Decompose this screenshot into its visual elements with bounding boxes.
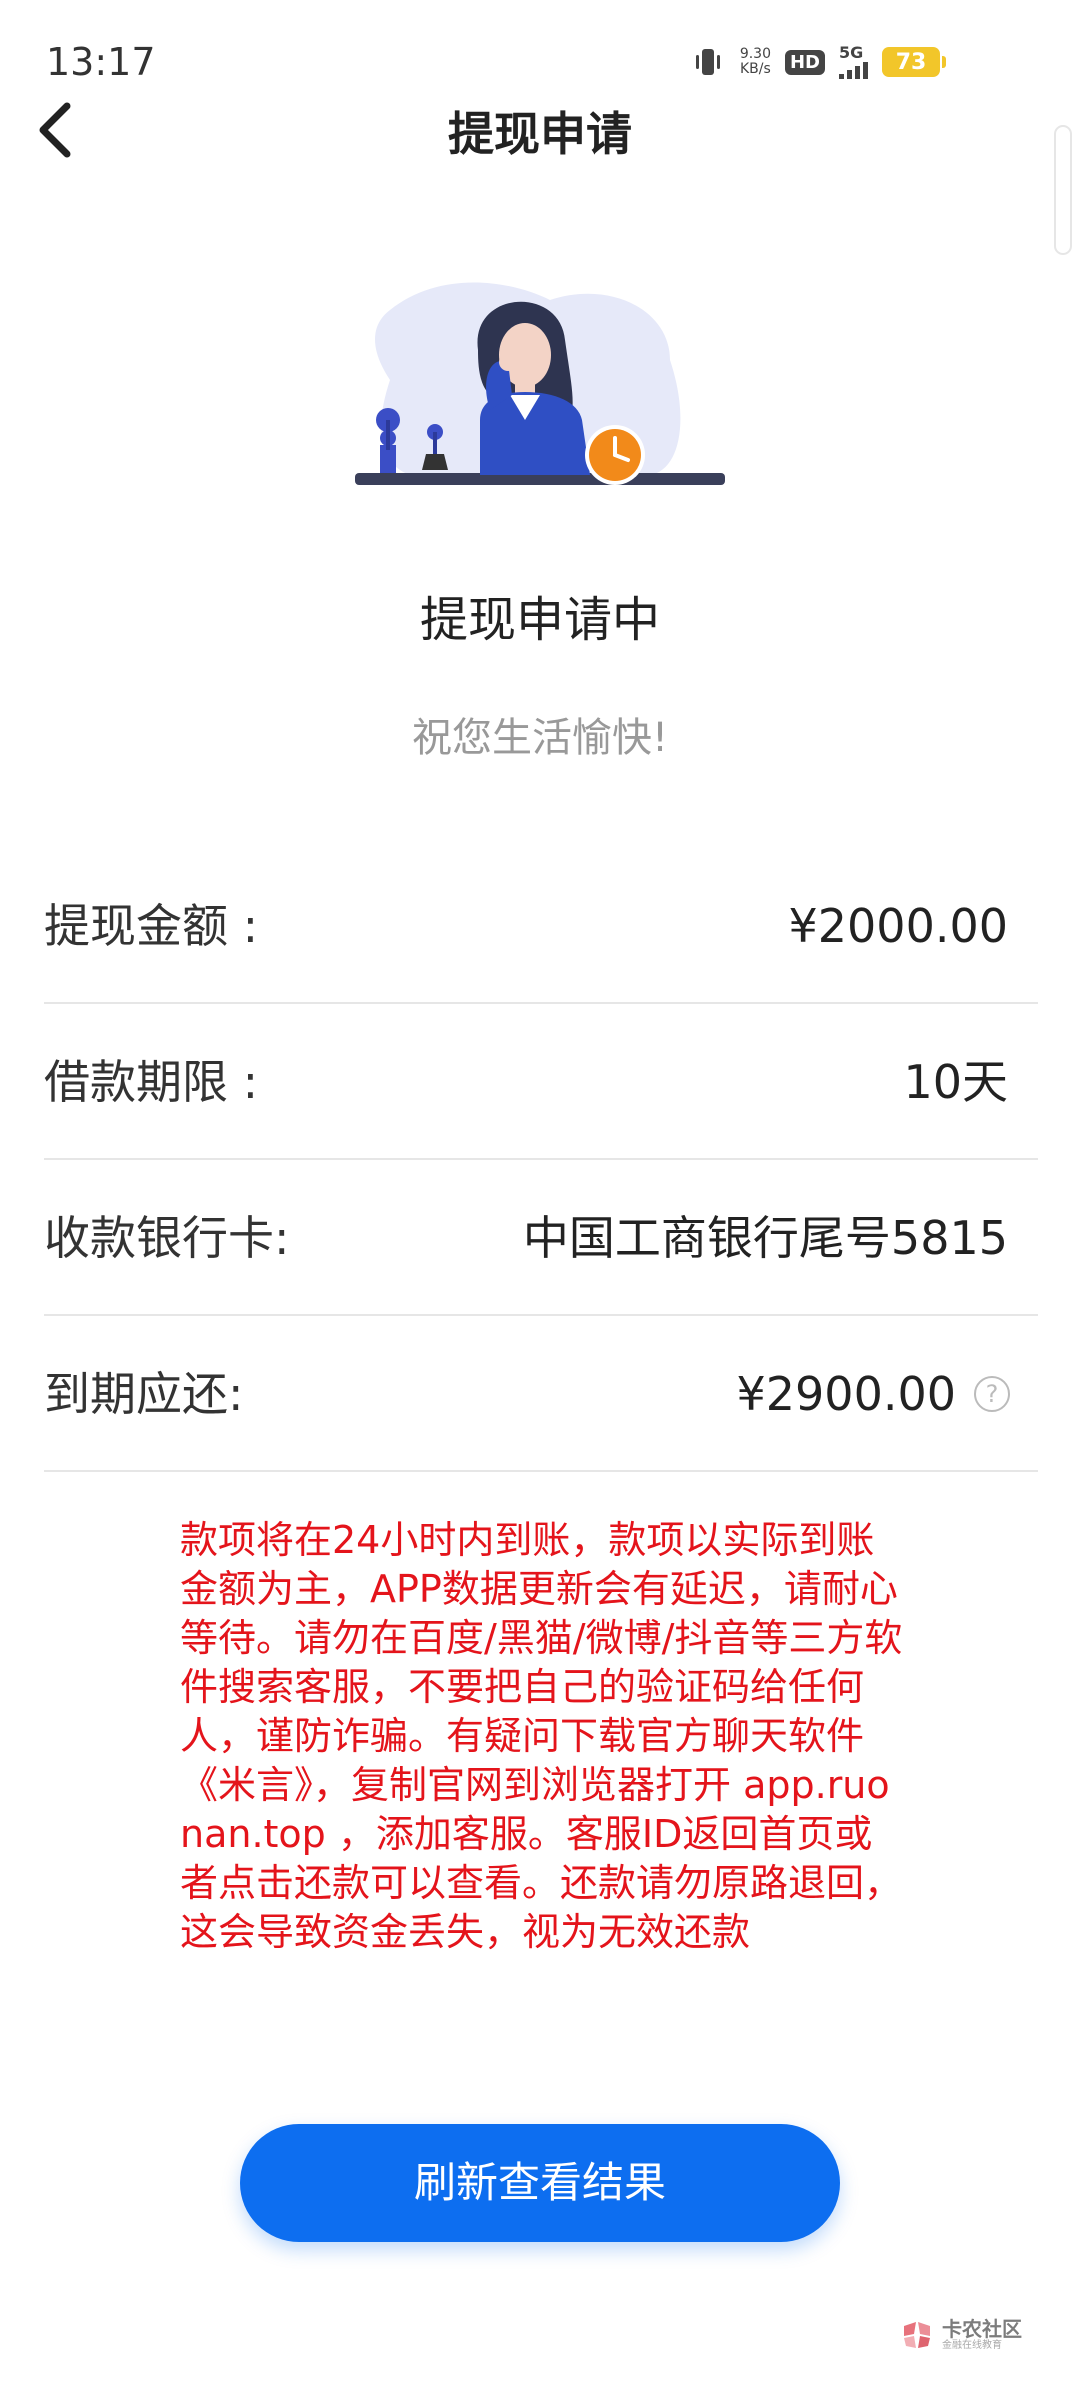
scroll-indicator [1054, 125, 1072, 255]
help-icon[interactable]: ? [974, 1376, 1010, 1412]
amount-due-label: 到期应还: [44, 1367, 244, 1421]
network-speed-value: 9.30 [739, 46, 771, 62]
watermark-subtitle: 金融在线教育 [942, 2340, 1002, 2351]
watermark: 卡农社区 金融在线教育 [900, 2318, 1022, 2352]
watermark-title: 卡农社区 [942, 2317, 1022, 2341]
status-icons: 9.30 KB/s HD 5G 73 [690, 42, 946, 82]
withdraw-amount-label: 提现金额 : [44, 899, 259, 953]
withdraw-amount-value: ¥2000.00 [788, 899, 1009, 953]
greeting-text: 祝您生活愉快! [411, 715, 669, 761]
status-heading: 提现申请中 [419, 592, 660, 648]
status-bar: 13:17 9.30 KB/s HD 5G 73 [0, 0, 1080, 110]
amount-due-value: ¥2900.00 [736, 1367, 957, 1421]
woman-at-desk-illustration [350, 270, 730, 500]
page-title: 提现申请 [448, 107, 632, 161]
network-speed-unit: KB/s [740, 61, 771, 77]
network-type-label: 5G [839, 43, 864, 62]
vibrate-icon [690, 44, 726, 80]
signal-bars [839, 61, 868, 79]
notice-text: 款项将在24小时内到账，款项以实际到账金额为主，APP数据更新会有延迟，请耐心等… [180, 1518, 903, 1954]
battery-icon: 73 [882, 47, 946, 77]
withdraw-amount-row: 提现金额 : ¥2000.00 [44, 848, 1038, 1004]
signal-icon: 5G [839, 45, 868, 79]
network-speed: 9.30 KB/s [740, 47, 771, 77]
bank-card-label: 收款银行卡: [44, 1211, 290, 1265]
loan-term-row: 借款期限 : 10天 [44, 1004, 1038, 1160]
watermark-logo-icon [904, 2322, 930, 2348]
loan-term-label: 借款期限 : [44, 1055, 259, 1109]
loan-term-value: 10天 [903, 1055, 1008, 1109]
amount-due-row: 到期应还: ¥2900.00 ? [44, 1316, 1038, 1472]
refresh-result-button[interactable]: 刷新查看结果 [240, 2124, 840, 2242]
hd-icon: HD [784, 49, 825, 75]
bank-card-row: 收款银行卡: 中国工商银行尾号5815 [44, 1160, 1038, 1316]
status-time: 13:17 [46, 40, 156, 84]
bank-card-value: 中国工商银行尾号5815 [522, 1211, 1008, 1265]
battery-level: 73 [895, 49, 927, 75]
